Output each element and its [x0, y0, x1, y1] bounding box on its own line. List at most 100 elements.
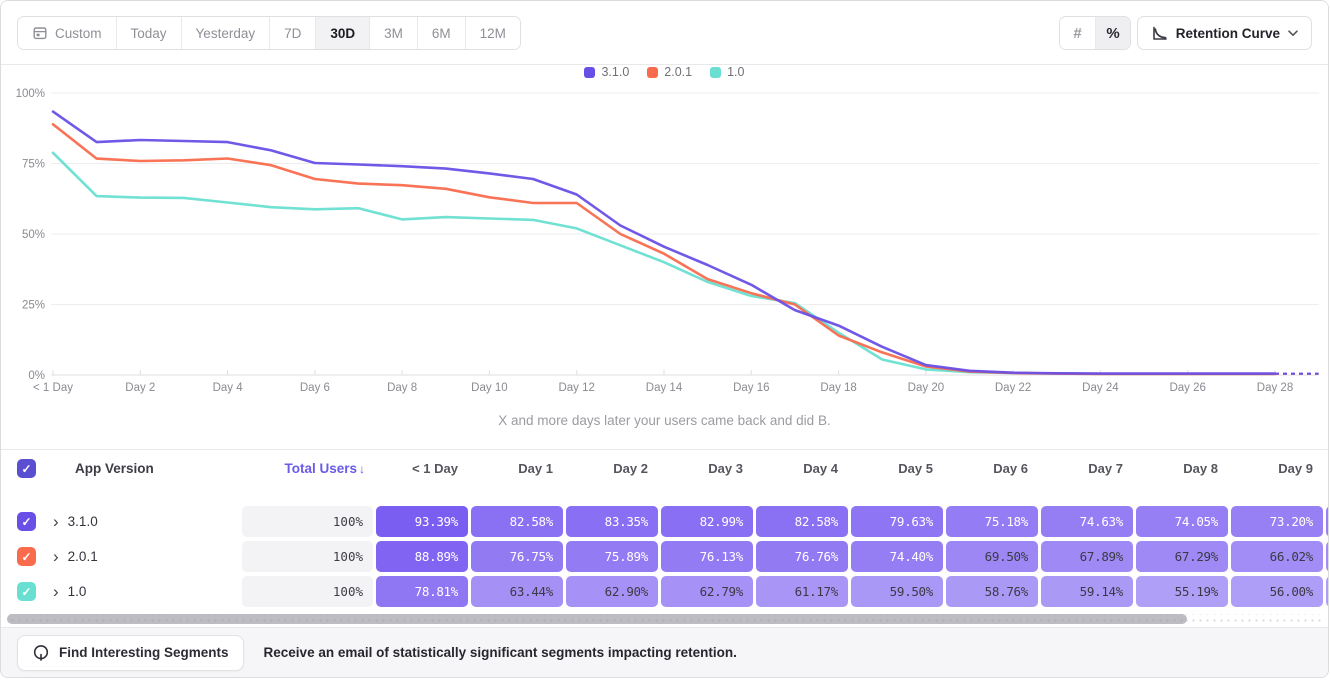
count-format-button[interactable]: # [1060, 17, 1095, 49]
row-checkbox[interactable]: ✓ [17, 547, 36, 566]
retention-cell-day-8[interactable]: 67.29% [1136, 541, 1228, 572]
range-button-custom[interactable]: Custom [18, 17, 116, 49]
retention-cell-day-2[interactable]: 83.35% [566, 506, 658, 537]
column-header-app-version[interactable]: App Version [49, 461, 242, 476]
x-axis-label: Day 16 [733, 382, 769, 394]
legend-swatch [647, 67, 658, 78]
retention-cell-day-9[interactable]: 66.02% [1231, 541, 1323, 572]
retention-cell-day-5[interactable]: 74.40% [851, 541, 943, 572]
horizontal-scrollbar-thumb[interactable] [7, 614, 1187, 624]
range-button-label: 3M [384, 26, 403, 41]
legend-item-2.0.1[interactable]: 2.0.1 [647, 65, 692, 79]
horizontal-scrollbar-track[interactable] [5, 614, 1324, 624]
column-header-day-0[interactable]: < 1 Day [376, 461, 471, 476]
range-button-label: 7D [284, 26, 301, 41]
find-segments-button[interactable]: Find Interesting Segments [17, 635, 244, 671]
retention-cell-day-7[interactable]: 67.89% [1041, 541, 1133, 572]
retention-cell-day-2[interactable]: 62.90% [566, 576, 658, 607]
range-button-label: Yesterday [196, 26, 256, 41]
retention-cell-day-6[interactable]: 75.18% [946, 506, 1038, 537]
percent-format-button[interactable]: % [1095, 17, 1130, 49]
range-button-label: Custom [55, 26, 102, 41]
chart-type-dropdown[interactable]: Retention Curve [1137, 16, 1312, 50]
range-button-label: 6M [432, 26, 451, 41]
retention-cell-day-7[interactable]: 74.63% [1041, 506, 1133, 537]
chart-type-label: Retention Curve [1176, 26, 1280, 41]
column-header-day-8[interactable]: Day 8 [1136, 461, 1231, 476]
range-button-yesterday[interactable]: Yesterday [181, 17, 270, 49]
retention-cell-day-8[interactable]: 55.19% [1136, 576, 1228, 607]
series-line-2.0.1[interactable] [53, 124, 1275, 374]
retention-cell-day-7[interactable]: 59.14% [1041, 576, 1133, 607]
retention-cell-day-9[interactable]: 73.20% [1231, 506, 1323, 537]
column-header-day-6[interactable]: Day 6 [946, 461, 1041, 476]
y-axis-label: 50% [22, 229, 45, 241]
retention-cell-day-4[interactable]: 61.17% [756, 576, 848, 607]
retention-cell-day-0[interactable]: 78.81% [376, 576, 468, 607]
series-line-3.1.0[interactable] [53, 112, 1275, 374]
retention-cell-partial [1326, 541, 1329, 572]
expand-chevron-icon[interactable]: › [53, 513, 59, 530]
y-axis-label: 75% [22, 159, 45, 171]
row-check-col: ✓ [1, 547, 49, 566]
toolbar: Custom Today Yesterday 7D 30D 3M 6M 12M #% Rete… [1, 1, 1328, 65]
segments-icon [32, 644, 50, 662]
legend-item-1.0[interactable]: 1.0 [710, 65, 744, 79]
y-axis-label: 25% [22, 300, 45, 312]
range-button-12m[interactable]: 12M [465, 17, 520, 49]
y-axis-label: 0% [28, 370, 45, 382]
retention-cell-day-3[interactable]: 76.13% [661, 541, 753, 572]
retention-chart[interactable]: 0%25%50%75%100%< 1 DayDay 2Day 4Day 6Day… [1, 81, 1329, 403]
retention-cell-day-6[interactable]: 69.50% [946, 541, 1038, 572]
row-checkbox[interactable]: ✓ [17, 512, 36, 531]
retention-cell-day-1[interactable]: 63.44% [471, 576, 563, 607]
sort-descending-icon: ↓ [359, 462, 365, 476]
row-name-col: ›3.1.0 [49, 513, 242, 530]
footer-bar: Find Interesting Segments Receive an ema… [1, 627, 1328, 677]
legend-item-3.1.0[interactable]: 3.1.0 [584, 65, 629, 79]
retention-cell-day-8[interactable]: 74.05% [1136, 506, 1228, 537]
series-line-1.0[interactable] [53, 153, 1275, 374]
x-axis-label: Day 8 [387, 382, 417, 394]
select-all-checkbox[interactable]: ✓ [17, 459, 36, 478]
value-format-toggle: #% [1059, 16, 1131, 50]
column-header-total-users[interactable]: Total Users↓ [242, 461, 376, 476]
retention-cell-day-0[interactable]: 93.39% [376, 506, 468, 537]
retention-cell-day-3[interactable]: 82.99% [661, 506, 753, 537]
retention-cell-day-4[interactable]: 82.58% [756, 506, 848, 537]
range-button-6m[interactable]: 6M [417, 17, 465, 49]
legend-label: 1.0 [727, 65, 744, 79]
range-button-7d[interactable]: 7D [269, 17, 315, 49]
retention-cell-day-5[interactable]: 59.50% [851, 576, 943, 607]
range-button-3m[interactable]: 3M [369, 17, 417, 49]
retention-cell-day-0[interactable]: 88.89% [376, 541, 468, 572]
retention-cell-day-6[interactable]: 58.76% [946, 576, 1038, 607]
footer-message: Receive an email of statistically signif… [264, 645, 737, 660]
retention-cell-day-1[interactable]: 82.58% [471, 506, 563, 537]
range-button-30d[interactable]: 30D [315, 17, 369, 49]
row-checkbox[interactable]: ✓ [17, 582, 36, 601]
retention-cell-day-2[interactable]: 75.89% [566, 541, 658, 572]
column-header-day-4[interactable]: Day 4 [756, 461, 851, 476]
chart-caption: X and more days later your users came ba… [1, 413, 1328, 428]
retention-cell-day-3[interactable]: 62.79% [661, 576, 753, 607]
column-header-day-9[interactable]: Day 9 [1231, 461, 1326, 476]
retention-cell-day-5[interactable]: 79.63% [851, 506, 943, 537]
retention-cell-day-4[interactable]: 76.76% [756, 541, 848, 572]
expand-chevron-icon[interactable]: › [53, 548, 59, 565]
x-axis-label: Day 4 [213, 382, 244, 394]
row-name-col: ›2.0.1 [49, 548, 242, 565]
find-segments-label: Find Interesting Segments [59, 645, 229, 660]
column-header-day-3[interactable]: Day 3 [661, 461, 756, 476]
x-axis-label: Day 18 [820, 382, 856, 394]
column-header-day-5[interactable]: Day 5 [851, 461, 946, 476]
range-button-today[interactable]: Today [116, 17, 181, 49]
column-header-day-1[interactable]: Day 1 [471, 461, 566, 476]
retention-cell-day-9[interactable]: 56.00% [1231, 576, 1323, 607]
x-axis-label: Day 12 [558, 382, 594, 394]
x-axis-label: Day 24 [1082, 382, 1119, 394]
column-header-day-7[interactable]: Day 7 [1041, 461, 1136, 476]
expand-chevron-icon[interactable]: › [53, 583, 59, 600]
column-header-day-2[interactable]: Day 2 [566, 461, 661, 476]
retention-cell-day-1[interactable]: 76.75% [471, 541, 563, 572]
